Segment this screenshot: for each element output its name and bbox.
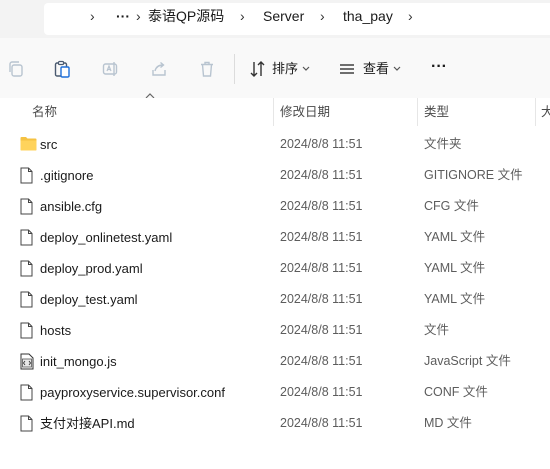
file-name: 支付对接API.md [40,416,135,431]
chevron-right-icon[interactable]: › [240,0,245,32]
command-bar: 排序 查看 ··· [0,38,550,99]
file-row[interactable]: hosts 2024/8/8 11:51 文件 [0,315,550,346]
file-type: 文件 [424,323,450,337]
file-modified-date: 2024/8/8 11:51 [280,261,363,275]
column-divider[interactable] [273,98,274,126]
file-type: YAML 文件 [424,230,486,244]
file-icon [20,384,36,401]
file-type: YAML 文件 [424,261,486,275]
column-header-row: 名称 修改日期 类型 大 [0,98,550,126]
chevron-down-icon[interactable] [302,66,310,72]
file-type: YAML 文件 [424,292,486,306]
file-row[interactable]: .gitignore 2024/8/8 11:51 GITIGNORE 文件 [0,160,550,191]
file-type: MD 文件 [424,416,472,430]
file-type: CFG 文件 [424,199,479,213]
file-row[interactable]: payproxyservice.supervisor.conf 2024/8/8 … [0,377,550,408]
toolbar-divider [234,54,235,84]
rename-icon[interactable] [102,60,120,78]
file-row[interactable]: deploy_test.yaml 2024/8/8 11:51 YAML 文件 [0,284,550,315]
view-button[interactable]: 查看 [363,59,389,79]
file-icon [20,415,36,432]
copy-icon[interactable] [7,60,25,78]
breadcrumb-item[interactable]: Server [263,0,304,32]
file-row[interactable]: init_mongo.js 2024/8/8 11:51 JavaScript 文件 [0,346,550,377]
more-options-button[interactable]: ··· [431,57,447,77]
file-icon [20,322,36,339]
column-header-size[interactable]: 大 [541,98,550,126]
breadcrumb-more[interactable]: ··· [116,0,130,32]
folder-icon [20,136,37,153]
file-icon [20,291,36,308]
file-name: init_mongo.js [40,354,117,369]
file-modified-date: 2024/8/8 11:51 [280,137,363,151]
column-header-type[interactable]: 类型 [424,98,449,126]
chevron-right-icon[interactable]: › [90,0,95,32]
file-name: src [40,137,58,152]
column-divider[interactable] [417,98,418,126]
file-modified-date: 2024/8/8 11:51 [280,323,363,337]
file-icon [20,167,36,184]
file-modified-date: 2024/8/8 11:51 [280,292,363,306]
file-modified-date: 2024/8/8 11:51 [280,354,363,368]
file-row[interactable]: ansible.cfg 2024/8/8 11:51 CFG 文件 [0,191,550,222]
share-icon[interactable] [150,60,168,78]
sort-icon[interactable] [249,60,267,78]
file-modified-date: 2024/8/8 11:51 [280,230,363,244]
file-name: deploy_onlinetest.yaml [40,230,173,245]
file-icon [20,260,36,277]
breadcrumb-item[interactable]: 泰语QP源码 [148,0,224,32]
file-name: payproxyservice.supervisor.conf [40,385,225,400]
script-file-icon [20,353,36,370]
file-icon [20,229,36,246]
view-icon[interactable] [338,60,356,78]
file-name: hosts [40,323,72,338]
chevron-right-icon[interactable]: › [136,0,141,32]
chevron-right-icon[interactable]: › [408,0,413,32]
column-header-name[interactable]: 名称 [32,98,57,126]
chevron-right-icon[interactable]: › [320,0,325,32]
chevron-down-icon[interactable] [393,66,401,72]
column-header-date[interactable]: 修改日期 [280,98,330,126]
breadcrumb-item[interactable]: tha_pay [343,0,393,32]
file-type: JavaScript 文件 [424,354,511,368]
file-row[interactable]: src 2024/8/8 11:51 文件夹 [0,129,550,160]
delete-icon[interactable] [198,60,216,78]
file-modified-date: 2024/8/8 11:51 [280,416,363,430]
file-modified-date: 2024/8/8 11:51 [280,199,363,213]
file-type: CONF 文件 [424,385,488,399]
address-bar: › ··· › 泰语QP源码 › Server › tha_pay › [0,0,550,38]
file-modified-date: 2024/8/8 11:51 [280,168,363,182]
file-name: ansible.cfg [40,199,103,214]
file-name: deploy_test.yaml [40,292,138,307]
file-row[interactable]: deploy_prod.yaml 2024/8/8 11:51 YAML 文件 [0,253,550,284]
file-modified-date: 2024/8/8 11:51 [280,385,363,399]
file-name: deploy_prod.yaml [40,261,143,276]
file-row[interactable]: deploy_onlinetest.yaml 2024/8/8 11:51 YAML… [0,222,550,253]
sort-button[interactable]: 排序 [272,59,298,79]
paste-icon[interactable] [53,60,71,78]
file-icon [20,198,36,215]
column-divider[interactable] [535,98,536,126]
file-name: .gitignore [40,168,94,183]
file-type: 文件夹 [424,137,462,151]
file-list: src 2024/8/8 11:51 文件夹 .gitignore 2024/8/8 1… [0,129,550,439]
file-row[interactable]: 支付对接API.md 2024/8/8 11:51 MD 文件 [0,408,550,439]
file-type: GITIGNORE 文件 [424,168,523,182]
